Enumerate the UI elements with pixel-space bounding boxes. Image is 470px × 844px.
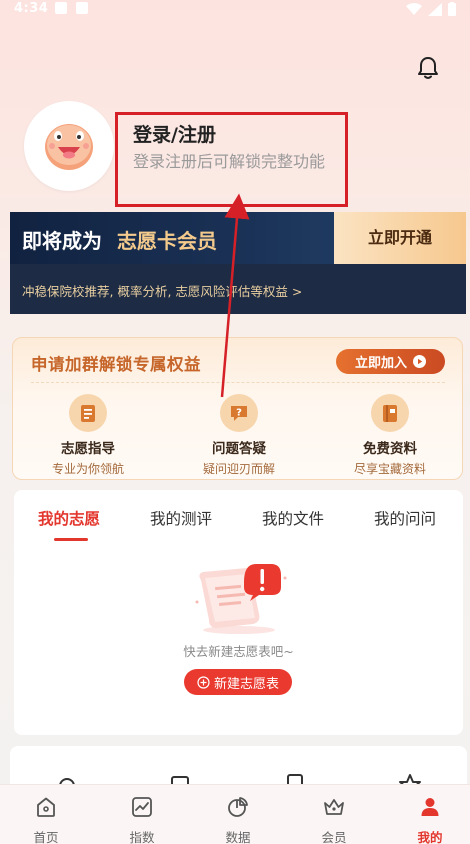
tabbar-label: 首页	[33, 830, 59, 844]
home-icon	[37, 797, 55, 817]
new-application-button[interactable]: 新建志愿表	[184, 669, 292, 695]
pie-chart-icon	[228, 797, 248, 817]
battery-icon	[448, 2, 456, 16]
trend-chart-icon	[132, 797, 152, 817]
vip-banner[interactable]: 即将成为 志愿卡会员 立即开通 冲稳保院校推荐, 概率分析, 志愿风险评估等权益…	[10, 212, 466, 314]
join-group-label: 立即加入	[354, 356, 407, 371]
join-group-card: 申请加群解锁专属权益 立即加入 志愿指导 专业为你领航 ? 问题答疑 疑问迎刃而…	[12, 337, 463, 480]
tab-my-assessments[interactable]: 我的测评	[150, 507, 212, 529]
plus-circle-icon	[197, 675, 210, 689]
tabbar-label: 我的	[417, 830, 443, 844]
vip-benefits-row[interactable]: 冲稳保院校推荐, 概率分析, 志愿风险评估等权益 >	[10, 264, 466, 314]
empty-state-text: 快去新建志愿表吧~	[183, 644, 294, 659]
svg-text:?: ?	[236, 408, 242, 419]
feature-subtitle: 疑问迎刃而解	[202, 462, 275, 476]
open-vip-button[interactable]: 立即开通	[334, 212, 466, 264]
document-list-icon	[69, 394, 107, 432]
crown-icon	[324, 799, 344, 815]
tabbar-mine[interactable]: 我的	[400, 795, 460, 844]
tabbar-home[interactable]: 首页	[16, 795, 76, 844]
notification-icon	[55, 2, 67, 14]
feature-subtitle: 专业为你领航	[51, 462, 124, 476]
tab-my-questions[interactable]: 我的问问	[374, 507, 436, 529]
feature-title: 免费资料	[363, 441, 417, 457]
tab-my-applications[interactable]: 我的志愿	[38, 507, 100, 529]
tab-my-files[interactable]: 我的文件	[262, 507, 324, 529]
book-icon	[371, 394, 409, 432]
vip-title-highlight: 志愿卡会员	[117, 229, 217, 253]
join-group-button[interactable]: 立即加入	[336, 349, 445, 374]
group-divider	[31, 382, 445, 383]
tabbar-data[interactable]: 数据	[208, 795, 268, 844]
feature-title: 志愿指导	[61, 441, 115, 457]
notification-icon	[76, 2, 88, 14]
empty-state-illustration	[195, 564, 287, 634]
active-tab-indicator	[54, 538, 88, 541]
feature-subtitle: 尽享宝藏资料	[353, 462, 426, 476]
my-items-card: 我的志愿 我的测评 我的文件 我的问问 快去新建志愿表吧~ 新建志愿表	[14, 490, 463, 735]
vip-title-prefix: 即将成为	[22, 229, 102, 253]
vip-benefits-text: 冲稳保院校推荐, 概率分析, 志愿风险评估等权益 >	[22, 284, 303, 299]
group-card-title: 申请加群解锁专属权益	[31, 355, 201, 374]
feature-guidance[interactable]: 志愿指导 专业为你领航	[28, 394, 148, 477]
mascot-avatar-icon	[45, 124, 93, 170]
tabbar-index[interactable]: 指数	[112, 795, 172, 844]
avatar[interactable]	[24, 101, 114, 191]
tabbar-membership[interactable]: 会员	[304, 795, 364, 844]
bottom-tab-bar: 首页 指数 数据 会员 我的	[0, 784, 470, 844]
feature-title: 问题答疑	[212, 441, 266, 457]
feature-qa[interactable]: ? 问题答疑 疑问迎刃而解	[179, 394, 299, 477]
tabbar-label: 指数	[129, 830, 155, 844]
status-bar: 4:34	[0, 0, 470, 20]
question-chat-icon: ?	[220, 394, 258, 432]
annotation-highlight-box	[115, 112, 348, 207]
status-time: 4:34	[14, 1, 49, 16]
tabbar-label: 数据	[225, 830, 251, 844]
notification-bell-icon[interactable]	[414, 54, 442, 82]
feature-free-materials[interactable]: 免费资料 尽享宝藏资料	[330, 394, 450, 477]
person-icon	[421, 798, 439, 816]
new-application-label: 新建志愿表	[213, 676, 279, 692]
signal-icon	[428, 2, 442, 16]
play-circle-icon	[413, 355, 426, 368]
tabbar-label: 会员	[321, 830, 347, 844]
status-icons	[406, 2, 456, 16]
wifi-icon	[406, 2, 422, 15]
